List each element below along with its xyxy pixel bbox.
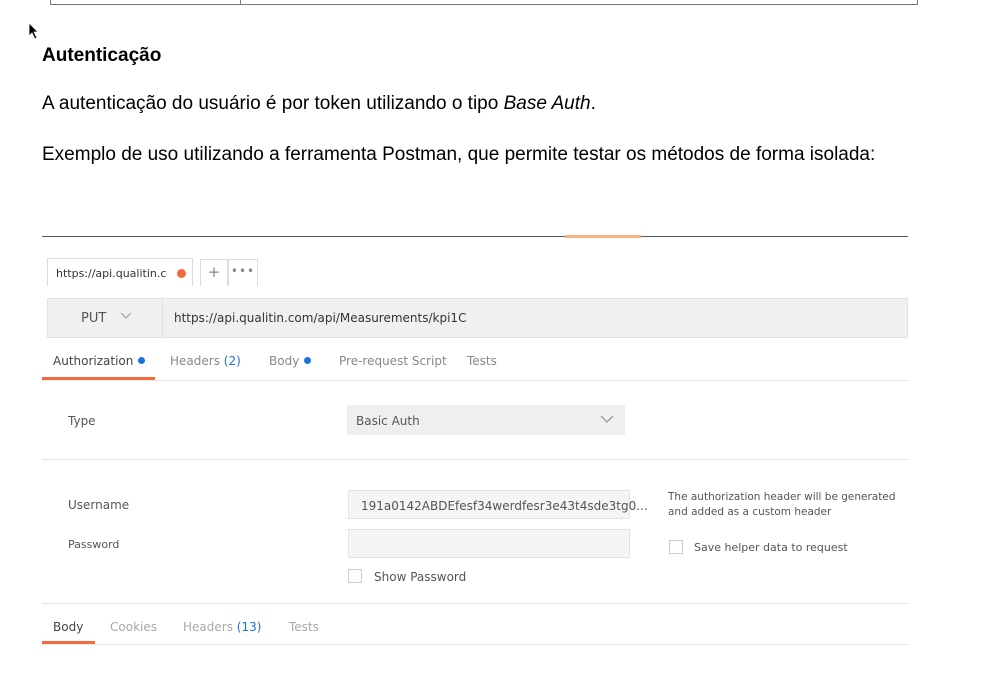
tab-indicator-dot-icon bbox=[304, 357, 312, 364]
request-tab-label: https://api.qualitin.com bbox=[56, 267, 166, 280]
auth-type-select[interactable]: Basic Auth bbox=[347, 405, 625, 435]
divider bbox=[42, 644, 908, 645]
tab-tests[interactable]: Tests bbox=[467, 354, 497, 368]
username-label: Username bbox=[68, 498, 130, 512]
more-tabs-button[interactable]: ••• bbox=[228, 259, 258, 286]
password-label: Password bbox=[68, 538, 120, 551]
auth-type-value: Basic Auth bbox=[356, 414, 420, 428]
tab-body[interactable]: Body bbox=[269, 354, 312, 368]
auth-helper-note: The authorization header will be generat… bbox=[668, 491, 896, 518]
add-tab-button[interactable]: + bbox=[200, 259, 228, 286]
mouse-cursor-icon bbox=[28, 22, 39, 40]
screenshot-top-border bbox=[42, 236, 908, 237]
tab-headers[interactable]: Headers (2) bbox=[170, 354, 241, 368]
chevron-down-icon bbox=[600, 415, 614, 423]
table-remnant bbox=[50, 0, 918, 5]
example-description: Exemplo de uso utilizando a ferramenta P… bbox=[42, 144, 876, 165]
password-input[interactable] bbox=[348, 529, 630, 558]
tab-response-body[interactable]: Body bbox=[53, 620, 83, 634]
method-select[interactable]: PUT bbox=[48, 299, 163, 337]
auth-description: A autenticação do usuário é por token ut… bbox=[42, 93, 596, 114]
method-value: PUT bbox=[81, 311, 107, 326]
section-heading: Autenticação bbox=[42, 45, 162, 66]
url-bar: PUT https://api.qualitin.com/api/Measure… bbox=[47, 298, 908, 338]
username-value: 191a0142ABDEfesf34werdfesr3e43t4sde3tg0.… bbox=[361, 499, 648, 513]
url-input[interactable]: https://api.qualitin.com/api/Measurement… bbox=[174, 311, 466, 325]
divider bbox=[42, 459, 908, 460]
tab-cookies[interactable]: Cookies bbox=[110, 620, 157, 634]
loading-accent bbox=[565, 235, 641, 238]
username-input[interactable]: 191a0142ABDEfesf34werdfesr3e43t4sde3tg0.… bbox=[348, 490, 648, 519]
save-helper-checkbox[interactable] bbox=[669, 540, 683, 554]
tab-authorization[interactable]: Authorization bbox=[53, 354, 146, 368]
tab-response-headers[interactable]: Headers (13) bbox=[183, 620, 261, 634]
request-tab[interactable]: https://api.qualitin.com bbox=[47, 258, 193, 286]
show-password-label: Show Password bbox=[374, 570, 467, 584]
chevron-down-icon bbox=[120, 312, 132, 319]
unsaved-dot-icon bbox=[177, 269, 186, 278]
show-password-checkbox[interactable] bbox=[348, 569, 362, 583]
divider bbox=[42, 380, 908, 381]
tab-prerequest-script[interactable]: Pre-request Script bbox=[339, 354, 447, 368]
tab-response-tests[interactable]: Tests bbox=[289, 620, 319, 634]
divider bbox=[42, 603, 908, 604]
save-helper-label: Save helper data to request bbox=[694, 541, 848, 554]
tab-indicator-dot-icon bbox=[138, 357, 146, 364]
type-label: Type bbox=[68, 414, 96, 428]
